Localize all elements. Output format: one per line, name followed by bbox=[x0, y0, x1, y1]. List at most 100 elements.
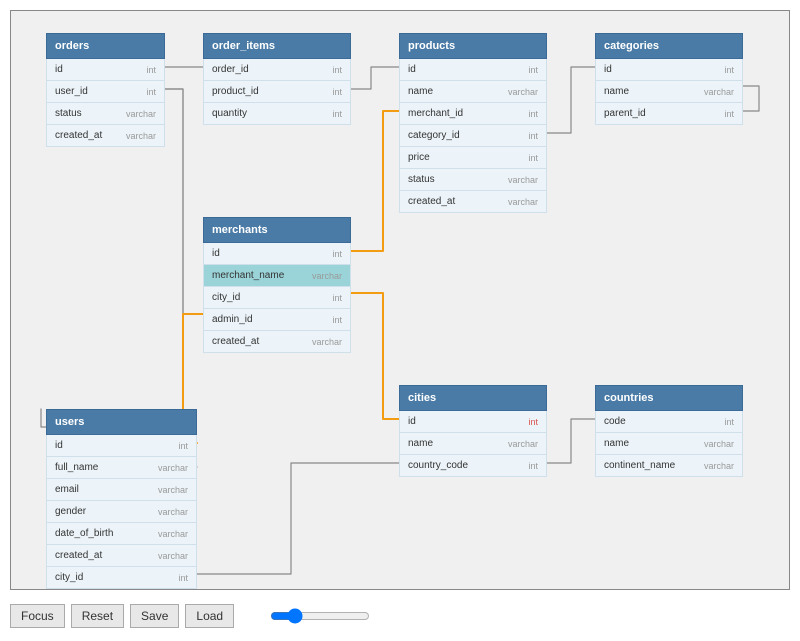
table-row[interactable]: idint bbox=[46, 59, 165, 81]
column-type: int bbox=[332, 293, 342, 303]
table-row[interactable]: namevarchar bbox=[399, 433, 547, 455]
column-type: varchar bbox=[312, 271, 342, 281]
column-name: created_at bbox=[55, 130, 102, 141]
table-row[interactable]: merchant_namevarchar bbox=[203, 265, 351, 287]
column-type: varchar bbox=[158, 551, 188, 561]
column-type: int bbox=[146, 65, 156, 75]
table-orders[interactable]: ordersidintuser_idintstatusvarcharcreate… bbox=[46, 33, 165, 147]
table-row[interactable]: admin_idint bbox=[203, 309, 351, 331]
column-name: category_id bbox=[408, 130, 460, 141]
table-row[interactable]: idint bbox=[46, 435, 197, 457]
column-name: name bbox=[408, 86, 433, 97]
column-name: created_at bbox=[55, 550, 102, 561]
save-button[interactable]: Save bbox=[130, 604, 179, 628]
column-type: int bbox=[724, 109, 734, 119]
table-cities[interactable]: citiesidintnamevarcharcountry_codeint bbox=[399, 385, 547, 477]
table-products[interactable]: productsidint name varchar merchant_id int ca… bbox=[399, 33, 547, 213]
column-name: name bbox=[604, 438, 629, 449]
column-type: varchar bbox=[126, 131, 156, 141]
table-header[interactable]: cities bbox=[399, 385, 547, 411]
table-row[interactable]: idint bbox=[399, 59, 547, 81]
focus-button[interactable]: Focus bbox=[10, 604, 65, 628]
table-row[interactable]: created_at varchar bbox=[46, 125, 165, 147]
table-row[interactable]: namevarchar bbox=[595, 433, 743, 455]
table-row[interactable]: gendervarchar bbox=[46, 501, 197, 523]
table-row[interactable]: namevarchar bbox=[595, 81, 743, 103]
column-name: created_at bbox=[212, 336, 259, 347]
connector-line bbox=[743, 86, 759, 111]
column-name: user_id bbox=[55, 86, 88, 97]
table-row[interactable]: emailvarchar bbox=[46, 479, 197, 501]
zoom-slider[interactable] bbox=[270, 608, 370, 624]
column-name: created_at bbox=[408, 196, 455, 207]
table-merchants[interactable]: merchantsidintmerchant_namevarcharcity_i… bbox=[203, 217, 351, 353]
table-row[interactable]: status varchar bbox=[46, 103, 165, 125]
table-header[interactable]: order_items bbox=[203, 33, 351, 59]
table-row[interactable]: code int bbox=[595, 411, 743, 433]
table-row[interactable]: idint bbox=[595, 59, 743, 81]
table-row[interactable]: country_codeint bbox=[399, 455, 547, 477]
column-name: admin_id bbox=[212, 314, 253, 325]
table-order_items[interactable]: order_itemsorder_idintproduct_idintquant… bbox=[203, 33, 351, 125]
column-name: date_of_birth bbox=[55, 528, 113, 539]
table-row[interactable]: created_at varchar bbox=[46, 545, 197, 567]
zoom-slider-wrap bbox=[270, 608, 370, 624]
table-header[interactable]: products bbox=[399, 33, 547, 59]
column-type: int bbox=[146, 87, 156, 97]
column-name: id bbox=[604, 64, 612, 75]
table-users[interactable]: usersidintfull_namevarcharemailvarcharge… bbox=[46, 409, 197, 589]
column-type: varchar bbox=[508, 87, 538, 97]
table-header[interactable]: users bbox=[46, 409, 197, 435]
column-type: int bbox=[178, 441, 188, 451]
table-header[interactable]: categories bbox=[595, 33, 743, 59]
table-row[interactable]: merchant_id int bbox=[399, 103, 547, 125]
table-header[interactable]: countries bbox=[595, 385, 743, 411]
column-name: status bbox=[55, 108, 82, 119]
table-row[interactable]: name varchar bbox=[399, 81, 547, 103]
column-type: varchar bbox=[158, 485, 188, 495]
table-row[interactable]: category_idint bbox=[399, 125, 547, 147]
column-type: int bbox=[332, 87, 342, 97]
table-categories[interactable]: categoriesidintnamevarchar parent_id int bbox=[595, 33, 743, 125]
column-name: city_id bbox=[212, 292, 240, 303]
connector-line bbox=[547, 419, 595, 463]
table-row[interactable]: created_at varchar bbox=[399, 191, 547, 213]
table-row[interactable]: city_id int bbox=[203, 287, 351, 309]
connector-line bbox=[351, 111, 399, 251]
load-button[interactable]: Load bbox=[185, 604, 234, 628]
table-row[interactable]: product_idint bbox=[203, 81, 351, 103]
table-row[interactable]: created_atvarchar bbox=[203, 331, 351, 353]
column-name: name bbox=[408, 438, 433, 449]
table-row[interactable]: quantityint bbox=[203, 103, 351, 125]
column-name: code bbox=[604, 416, 626, 427]
table-row[interactable]: user_id int bbox=[46, 81, 165, 103]
table-row[interactable]: continent_namevarchar bbox=[595, 455, 743, 477]
column-type: int bbox=[528, 109, 538, 119]
column-type: int bbox=[724, 417, 734, 427]
column-name: parent_id bbox=[604, 108, 646, 119]
column-type: varchar bbox=[508, 197, 538, 207]
column-type: int bbox=[528, 417, 538, 427]
table-row[interactable]: full_name varchar bbox=[46, 457, 197, 479]
connector-line bbox=[197, 463, 399, 574]
table-row[interactable]: parent_id int bbox=[595, 103, 743, 125]
table-row[interactable]: idint bbox=[203, 243, 351, 265]
column-type: varchar bbox=[158, 463, 188, 473]
table-row[interactable]: city_idint bbox=[46, 567, 197, 589]
column-type: varchar bbox=[704, 87, 734, 97]
column-name: merchant_id bbox=[408, 108, 463, 119]
column-type: varchar bbox=[126, 109, 156, 119]
table-row[interactable]: statusvarchar bbox=[399, 169, 547, 191]
table-row[interactable]: idint bbox=[399, 411, 547, 433]
table-row[interactable]: priceint bbox=[399, 147, 547, 169]
table-header[interactable]: merchants bbox=[203, 217, 351, 243]
table-row[interactable]: date_of_birthvarchar bbox=[46, 523, 197, 545]
column-name: full_name bbox=[55, 462, 98, 473]
column-type: int bbox=[332, 109, 342, 119]
column-name: city_id bbox=[55, 572, 83, 583]
reset-button[interactable]: Reset bbox=[71, 604, 124, 628]
diagram-canvas[interactable]: ordersidintuser_idintstatusvarcharcreate… bbox=[10, 10, 790, 590]
table-header[interactable]: orders bbox=[46, 33, 165, 59]
table-countries[interactable]: countries code int namevarcharcontinent_nam… bbox=[595, 385, 743, 477]
table-row[interactable]: order_idint bbox=[203, 59, 351, 81]
